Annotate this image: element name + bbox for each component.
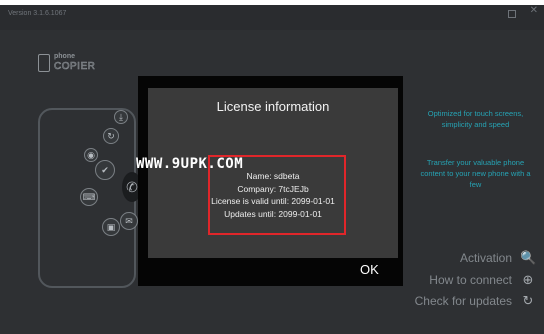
- logo-phone-icon: [38, 54, 50, 72]
- camera-icon: ◉: [84, 148, 98, 162]
- logo-word-phone: phone: [54, 53, 75, 60]
- sync-icon: ↻: [103, 128, 119, 144]
- top-strip: [0, 0, 544, 5]
- close-button[interactable]: ✕: [530, 6, 538, 16]
- feature-text-transfer: Transfer your valuable phone content to …: [420, 158, 531, 189]
- connect-icon[interactable]: ⊕: [520, 272, 536, 288]
- activation-link[interactable]: Activation: [460, 251, 512, 265]
- minimize-button[interactable]: [508, 10, 516, 18]
- window-title: Version 3.1.6.1067: [8, 10, 67, 17]
- check-icon: ✔: [95, 160, 115, 180]
- check-updates-link[interactable]: Check for updates: [415, 294, 512, 308]
- image-icon: ▣: [102, 218, 120, 236]
- phonecopier-logo: phone COPIER: [38, 53, 96, 75]
- logo-word-copier: COPIER: [54, 61, 96, 73]
- email-icon: ✉: [120, 212, 138, 230]
- feature-text-touch: Optimized for touch screens, simplicity …: [427, 109, 524, 129]
- keyboard-icon: ⌨: [80, 188, 98, 206]
- refresh-icon[interactable]: ↻: [520, 293, 536, 309]
- key-icon[interactable]: 🔍: [520, 250, 536, 266]
- download-icon: ⤓: [114, 110, 128, 124]
- how-to-connect-link[interactable]: How to connect: [429, 273, 512, 287]
- ok-button[interactable]: OK: [360, 262, 379, 277]
- watermark-text: WWW.9UPK.COM: [136, 156, 244, 172]
- dialog-title: License information: [216, 99, 330, 114]
